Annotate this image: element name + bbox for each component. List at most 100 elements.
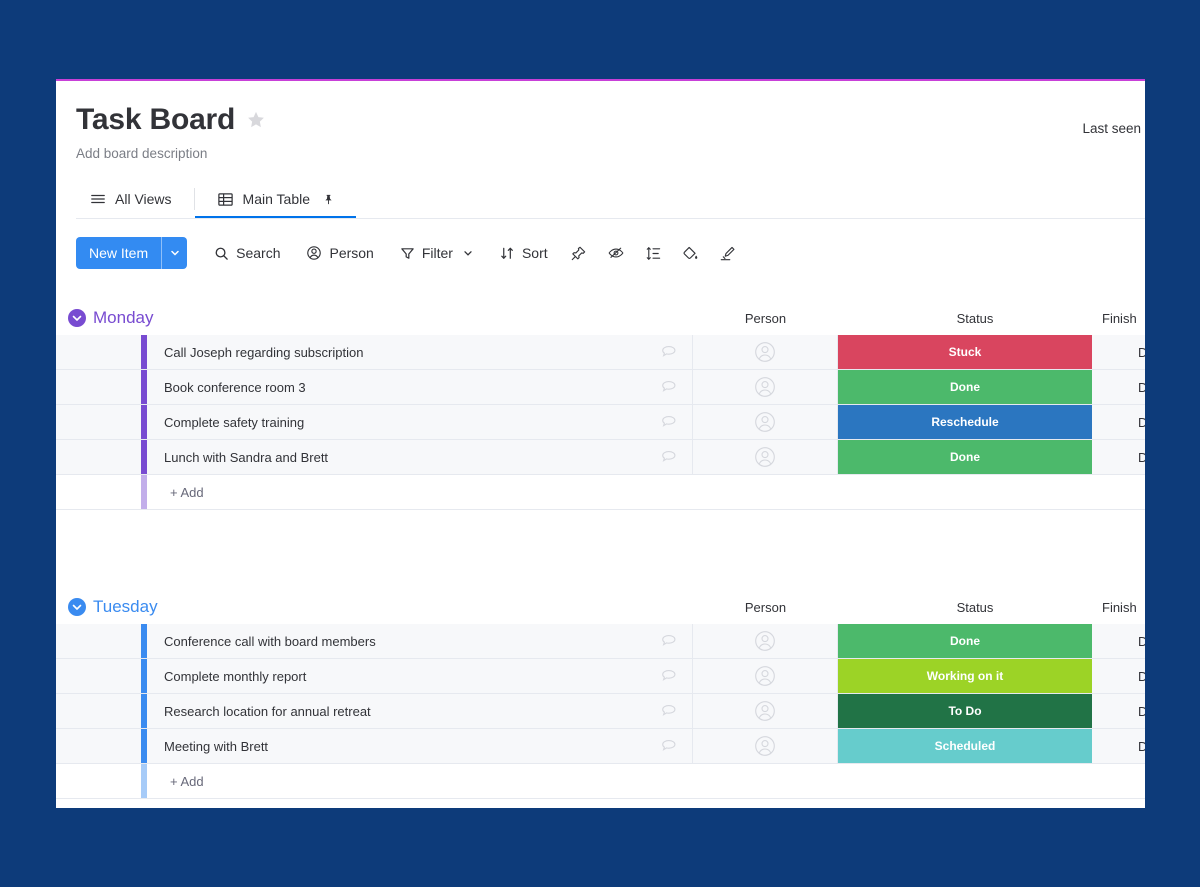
cell-item-name[interactable]: Meeting with Brett <box>147 729 693 763</box>
table-row[interactable]: Complete safety training Reschedule D <box>56 405 1145 440</box>
row-height-button[interactable] <box>638 237 669 269</box>
hide-columns-button[interactable] <box>600 237 632 269</box>
cell-person[interactable] <box>693 659 838 693</box>
add-item-label[interactable]: + Add <box>147 475 204 509</box>
comment-bubble-icon[interactable] <box>660 343 678 361</box>
group-title[interactable]: Tuesday <box>93 597 158 617</box>
star-icon[interactable] <box>245 109 267 131</box>
status-badge[interactable]: Done <box>838 624 1092 658</box>
table-row[interactable]: Conference call with board members Done <box>56 624 1145 659</box>
cell-finish-date[interactable]: Dec 15, 1 <box>1092 624 1145 658</box>
add-item-label[interactable]: + Add <box>147 764 204 798</box>
cell-finish-date[interactable]: Dec 14, 0 <box>1092 440 1145 474</box>
cell-person[interactable] <box>693 370 838 404</box>
group-collapse-toggle-icon[interactable] <box>68 309 86 327</box>
comment-bubble-icon[interactable] <box>660 737 678 755</box>
group-rows: Conference call with board members Done <box>56 624 1145 799</box>
cell-finish-date[interactable]: Dec 15, 0 <box>1092 729 1145 763</box>
cell-item-name[interactable]: Book conference room 3 <box>147 370 693 404</box>
status-badge[interactable]: To Do <box>838 694 1092 728</box>
comment-bubble-icon[interactable] <box>660 378 678 396</box>
cell-item-name[interactable]: Complete safety training <box>147 405 693 439</box>
comment-bubble-icon[interactable] <box>660 632 678 650</box>
group-collapse-toggle-icon[interactable] <box>68 598 86 616</box>
table-row[interactable]: Lunch with Sandra and Brett Done D <box>56 440 1145 475</box>
sort-button[interactable]: Sort <box>491 237 557 269</box>
comment-bubble-icon[interactable] <box>660 413 678 431</box>
cell-item-name[interactable]: Complete monthly report <box>147 659 693 693</box>
comment-bubble-icon[interactable] <box>660 448 678 466</box>
board-description[interactable]: Add board description <box>76 146 1145 161</box>
pin-board-button[interactable] <box>563 237 594 269</box>
cell-finish-date[interactable]: Dec 14, 1 <box>1092 335 1145 369</box>
search-icon <box>214 246 229 261</box>
cell-finish-date[interactable]: Dec 15, 0 <box>1092 659 1145 693</box>
chevron-down-icon[interactable] <box>161 237 187 269</box>
status-label: To Do <box>948 704 982 718</box>
table-row[interactable]: Book conference room 3 Done D <box>56 370 1145 405</box>
color-fill-button[interactable] <box>675 237 706 269</box>
page-title: Task Board <box>76 103 236 136</box>
cell-item-name[interactable]: Conference call with board members <box>147 624 693 658</box>
status-badge[interactable]: Reschedule <box>838 405 1092 439</box>
hide-eye-icon <box>607 244 625 262</box>
status-badge[interactable]: Working on it <box>838 659 1092 693</box>
item-name-label: Lunch with Sandra and Brett <box>164 449 329 465</box>
column-header-finish[interactable]: Finish <box>1102 311 1145 326</box>
view-tabs: All Views Main Table <box>76 179 1145 219</box>
cell-person[interactable] <box>693 694 838 728</box>
finish-date-label: Dec 14, 0 <box>1138 414 1145 430</box>
cell-item-name[interactable]: Call Joseph regarding subscription <box>147 335 693 369</box>
finish-date-label: Dec 14, 0 <box>1138 449 1145 465</box>
header-right: Last seen K <box>1082 113 1145 143</box>
column-header-person[interactable]: Person <box>693 600 838 615</box>
cell-finish-date[interactable]: Dec 15, 0 <box>1092 694 1145 728</box>
status-label: Reschedule <box>931 415 999 429</box>
cell-finish-date[interactable]: Dec 14, 0 <box>1092 405 1145 439</box>
status-label: Stuck <box>948 345 982 359</box>
status-badge[interactable]: Stuck <box>838 335 1092 369</box>
cell-person[interactable] <box>693 440 838 474</box>
cell-item-name[interactable]: Lunch with Sandra and Brett <box>147 440 693 474</box>
column-header-status[interactable]: Status <box>848 600 1102 615</box>
pin-icon[interactable] <box>323 194 334 205</box>
column-header-status[interactable]: Status <box>848 311 1102 326</box>
comment-bubble-icon[interactable] <box>660 702 678 720</box>
toolbar: New Item Search Person Filter Sort <box>76 233 743 273</box>
new-item-button[interactable]: New Item <box>76 237 188 269</box>
status-badge[interactable]: Scheduled <box>838 729 1092 763</box>
person-placeholder-icon <box>755 736 775 756</box>
tab-main-table[interactable]: Main Table <box>194 179 357 219</box>
cell-person[interactable] <box>693 405 838 439</box>
table-row[interactable]: Research location for annual retreat To … <box>56 694 1145 729</box>
filter-label: Filter <box>421 245 453 261</box>
search-button[interactable]: Search <box>205 237 289 269</box>
cell-person[interactable] <box>693 335 838 369</box>
group-title[interactable]: Monday <box>93 308 153 328</box>
cell-item-name[interactable]: Research location for annual retreat <box>147 694 693 728</box>
row-height-icon <box>645 245 662 262</box>
table-row[interactable]: Meeting with Brett Scheduled D <box>56 729 1145 764</box>
person-placeholder-icon <box>755 631 775 651</box>
status-badge[interactable]: Done <box>838 440 1092 474</box>
finish-date-label: Dec 15, 0 <box>1138 703 1145 719</box>
cell-finish-date[interactable]: Dec 14, 1 <box>1092 370 1145 404</box>
status-badge[interactable]: Done <box>838 370 1092 404</box>
person-placeholder-icon <box>755 377 775 397</box>
tab-all-views[interactable]: All Views <box>76 179 194 219</box>
table-row[interactable]: Call Joseph regarding subscription Stuck <box>56 335 1145 370</box>
table-icon <box>217 191 234 208</box>
cell-person[interactable] <box>693 624 838 658</box>
group-rows: Call Joseph regarding subscription Stuck <box>56 335 1145 510</box>
comment-bubble-icon[interactable] <box>660 667 678 685</box>
person-button[interactable]: Person <box>297 237 382 269</box>
filter-button[interactable]: Filter <box>391 237 483 269</box>
cell-person[interactable] <box>693 729 838 763</box>
column-header-finish[interactable]: Finish <box>1102 600 1145 615</box>
table-row[interactable]: Complete monthly report Working on it D <box>56 659 1145 694</box>
add-item-row[interactable]: + Add <box>56 764 1145 799</box>
marker-button[interactable] <box>712 237 743 269</box>
add-item-row[interactable]: + Add <box>56 475 1145 510</box>
column-header-person[interactable]: Person <box>693 311 838 326</box>
chevron-down-icon[interactable] <box>462 247 474 259</box>
